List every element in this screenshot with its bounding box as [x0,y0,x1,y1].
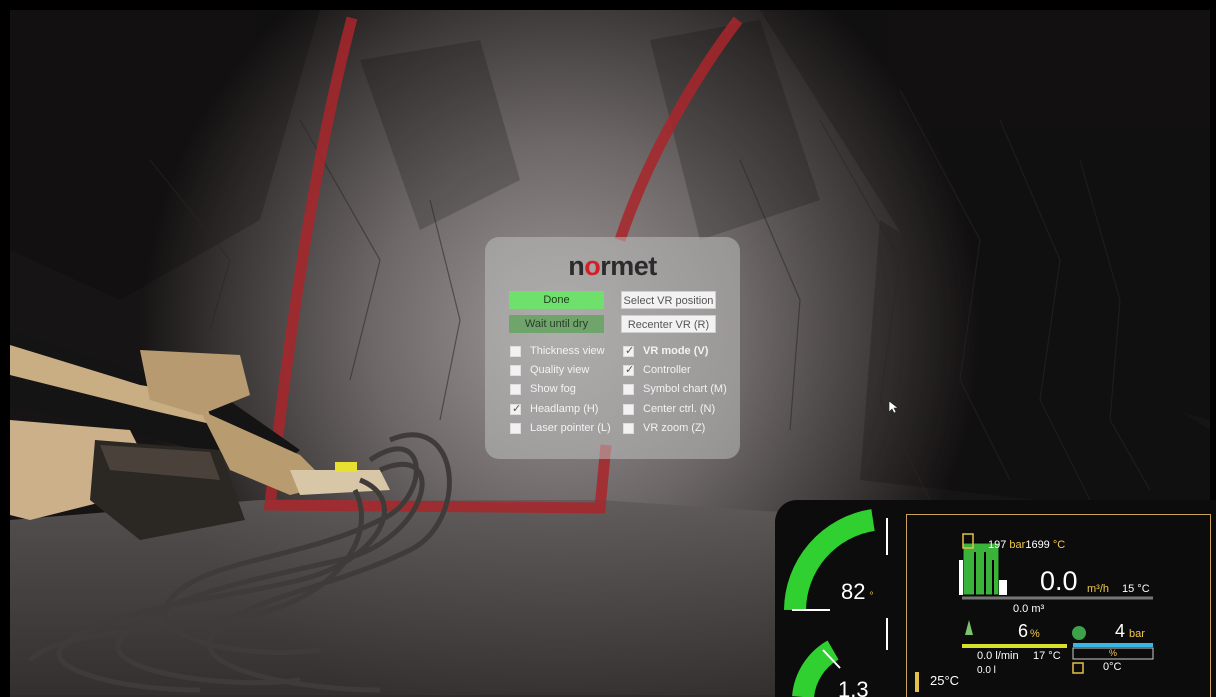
flow-value: 0.0 [1040,566,1078,596]
additive-percent: 6% [1018,621,1040,641]
normet-logo: normet [568,251,657,281]
headlamp-checkbox[interactable] [510,402,521,415]
option-label: Symbol chart (M) [643,383,727,395]
vr-settings-panel: normet Done Wait until dry Select VR pos… [485,237,740,459]
wait-until-dry-button[interactable]: Wait until dry [509,315,604,333]
additive-total: 0.0 l [977,665,996,676]
vr-viewport[interactable]: normet Done Wait until dry Select VR pos… [0,0,1216,697]
option-label: Laser pointer (L) [530,422,611,434]
center-ctrl-checkbox[interactable] [623,404,634,415]
option-label: VR zoom (Z) [643,422,706,434]
air-temp: 0°C [1103,661,1122,673]
laser-pointer-checkbox[interactable] [510,423,521,434]
option-label: Headlamp (H) [530,403,599,415]
option-label: Show fog [530,383,576,395]
option-label: VR mode (V) [643,345,709,357]
air-percent-unit: % [1109,648,1118,658]
select-vr-position-button[interactable]: Select VR position [621,291,716,309]
volume-readout: 0.0 m³ [1013,603,1045,615]
show-fog-checkbox[interactable] [510,384,521,395]
concrete-gauge-value: 1.3 [838,677,869,697]
quality-view-checkbox[interactable] [510,365,521,376]
option-label: Quality view [530,364,590,376]
recenter-vr-button[interactable]: Recenter VR (R) [621,315,716,333]
air-pressure: 4 bar [1115,621,1145,641]
additive-rate: 0.0 l/min [977,650,1019,662]
option-label: Thickness view [530,345,605,357]
temperature-gauge-value: 82 ° [841,579,874,604]
ambient-temp: 25°C [930,673,960,688]
option-label: Center ctrl. (N) [643,403,716,415]
thickness-view-checkbox[interactable] [510,346,521,357]
additive-temp: 17 °C [1033,650,1061,662]
pump-pressure-readout: 197 bar1699 °C [988,539,1066,551]
option-label: Controller [643,364,691,376]
symbol-chart-checkbox[interactable] [623,384,634,395]
done-button[interactable]: Done [509,291,604,309]
vr-mode-checkbox[interactable] [623,344,634,357]
flow-temp: 15 °C [1122,583,1150,595]
vr-zoom-checkbox[interactable] [623,423,634,434]
controller-checkbox[interactable] [623,363,634,376]
flow-unit: m³/h [1087,583,1109,595]
